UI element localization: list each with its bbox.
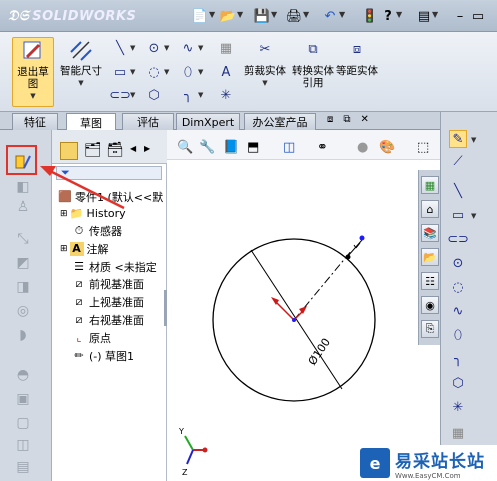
resources-icon[interactable]: ▦ <box>421 176 439 194</box>
polygon-icon[interactable]: ⬡ <box>449 374 467 392</box>
task-pane-strip: ▦ ⌂ 📚 📂 ☷ ◉ ⎘ <box>418 170 440 345</box>
fillet-icon[interactable]: ╮ <box>449 350 467 368</box>
circle-icon[interactable]: ⊙ <box>449 254 467 272</box>
home-icon[interactable]: ⌂ <box>421 200 439 218</box>
red-arrow <box>47 168 125 210</box>
chevron-down-icon[interactable]: ▼ <box>471 212 476 220</box>
spline-icon[interactable]: ∿ <box>449 302 467 320</box>
chevron-down-icon[interactable]: ▼ <box>471 136 476 144</box>
arc-icon[interactable]: ◌ <box>449 278 467 296</box>
appearances-icon[interactable]: ◉ <box>421 296 439 314</box>
line-icon[interactable]: ╲ <box>449 182 467 200</box>
slot-icon[interactable]: ⊂⊃ <box>447 230 469 248</box>
ellipse-icon[interactable]: ⬯ <box>449 326 467 344</box>
rectangle-icon[interactable]: ▭ <box>449 206 467 224</box>
smart-dimension-icon[interactable]: ⟋ <box>449 152 467 170</box>
view-palette-icon[interactable]: ☷ <box>421 272 439 290</box>
watermark-en: Www.EasyCM.Com <box>395 471 461 480</box>
point-icon[interactable]: ✳ <box>449 398 467 416</box>
watermark: e 易采站长站 Www.EasyCM.Com <box>358 445 497 481</box>
watermark-cn: 易采站长站 <box>395 451 485 472</box>
sketch-icon[interactable]: ✎ <box>449 130 467 148</box>
file-explorer-icon[interactable]: 📂 <box>421 248 439 266</box>
right-sketch-toolbar: ✎ ▼ ⟋ ╲ ▭ ▼ ⊂⊃ ⊙ ◌ ∿ ⬯ ╮ ⬡ ✳ ▦ <box>440 112 497 481</box>
custom-properties-icon[interactable]: ⎘ <box>421 320 439 338</box>
design-library-icon[interactable]: 📚 <box>421 224 439 242</box>
grid-icon[interactable]: ▦ <box>449 424 467 442</box>
watermark-logo: e <box>360 448 390 478</box>
